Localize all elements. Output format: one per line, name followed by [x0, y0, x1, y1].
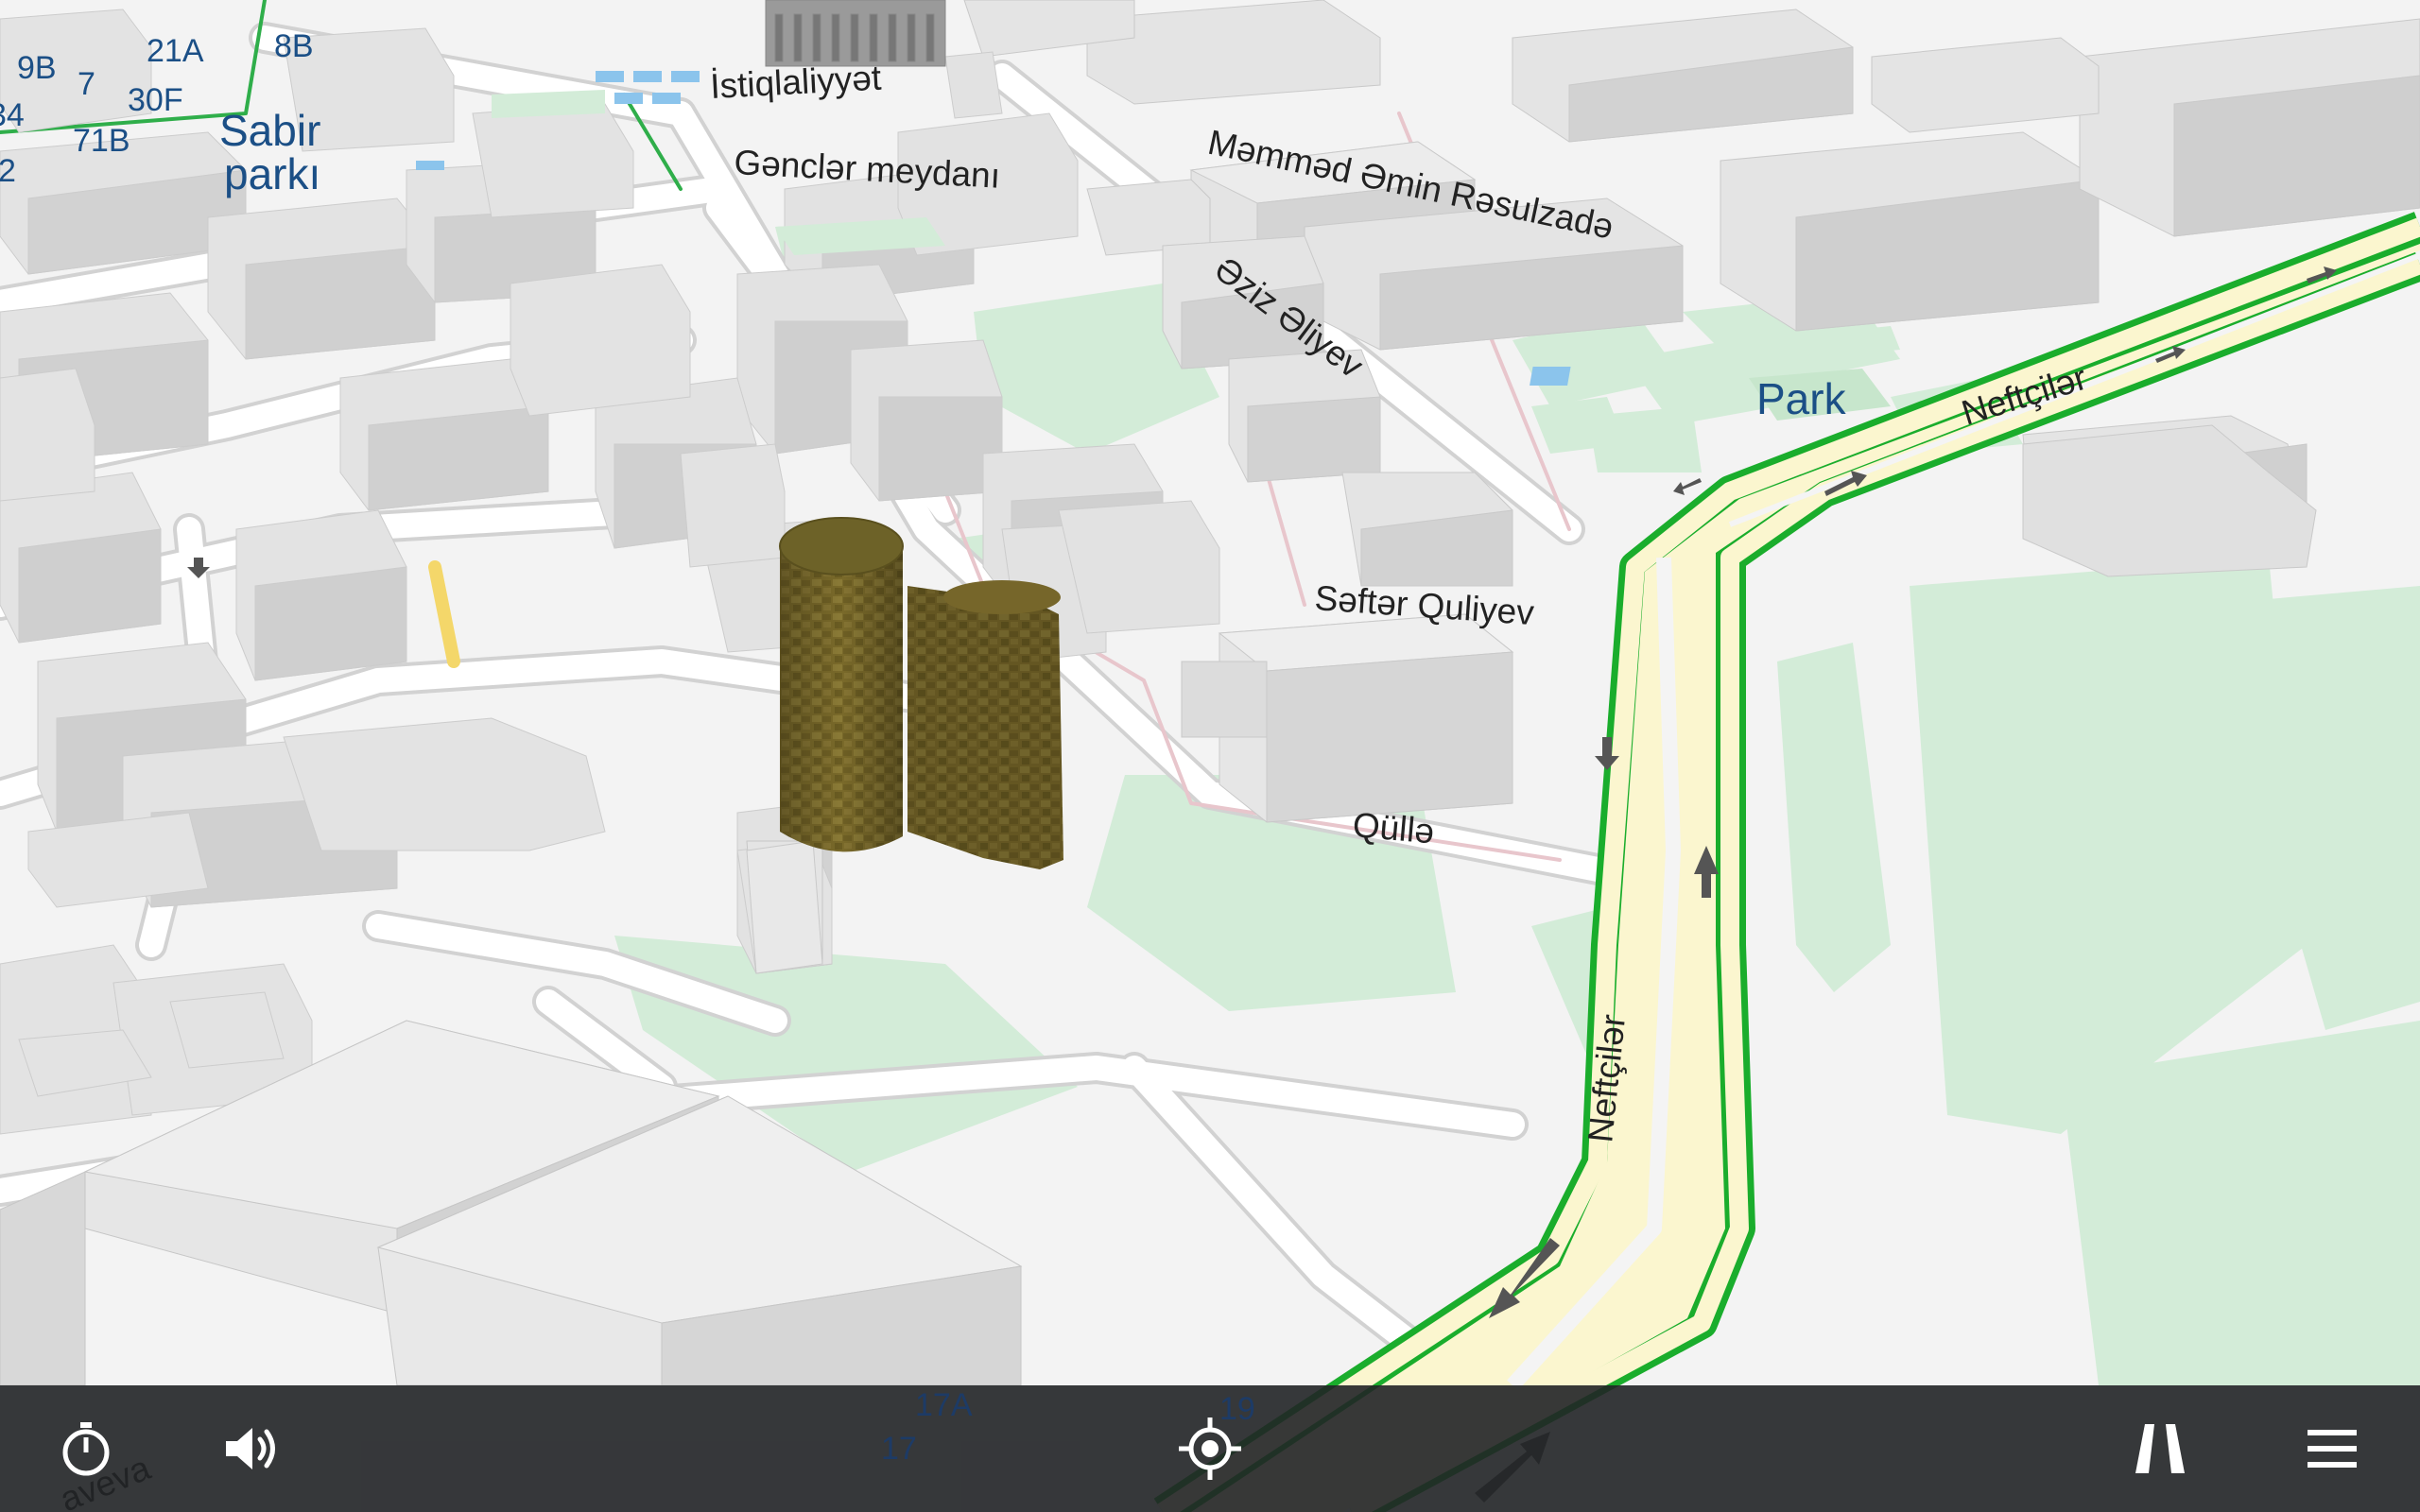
volume-button[interactable]	[191, 1385, 314, 1512]
house-number: 7	[78, 66, 95, 102]
locate-icon	[1179, 1418, 1241, 1480]
road-view-button[interactable]	[2099, 1385, 2221, 1512]
map-view[interactable]: İstiqlaliyyət Gənclər meydanı Məmməd Əmi…	[0, 0, 2420, 1512]
volume-icon	[226, 1428, 275, 1469]
place-label-park: Park	[1756, 374, 1847, 423]
place-label-sabir-line1: Sabir	[219, 106, 320, 155]
bottom-toolbar: 17A 17 19	[0, 1385, 2420, 1512]
street-label-qulle: Qüllə	[1351, 805, 1436, 850]
menu-button[interactable]	[2271, 1385, 2394, 1512]
house-number: 2	[0, 153, 16, 189]
house-number: 9B	[17, 50, 57, 86]
locate-button[interactable]	[1149, 1385, 1271, 1512]
house-number: 21A	[147, 33, 204, 69]
house-number: 71B	[73, 123, 130, 159]
house-number: 17	[881, 1431, 917, 1467]
house-number: 8B	[274, 28, 314, 64]
house-number: 34	[0, 97, 25, 133]
menu-icon	[2308, 1430, 2357, 1468]
fountain	[1530, 367, 1571, 386]
house-number: 30F	[128, 82, 183, 118]
timer-button[interactable]	[25, 1385, 147, 1512]
road-view-icon	[2135, 1424, 2185, 1473]
timer-icon	[62, 1422, 110, 1476]
house-number: 17A	[915, 1387, 973, 1423]
place-label-sabir-line2: parkı	[224, 149, 320, 198]
